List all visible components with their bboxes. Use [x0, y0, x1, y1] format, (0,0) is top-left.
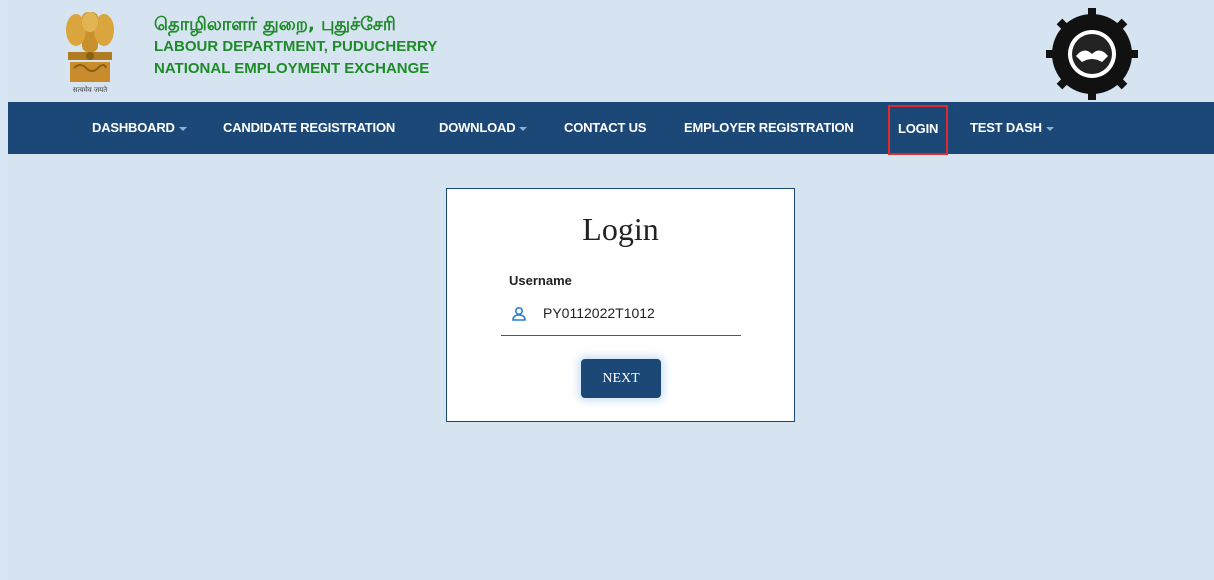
login-card: Login Username NEXT: [446, 188, 795, 422]
employment-exchange-seal-icon: [1046, 8, 1138, 100]
emblem-caption: सत्यमेव जयते: [72, 86, 108, 94]
header-titles: தொழிலாளர் துறை, புதுச்சேரி LABOUR DEPART…: [154, 14, 437, 80]
nav-employer-registration[interactable]: EMPLOYER REGISTRATION: [684, 102, 854, 154]
nav-login-label: LOGIN: [898, 121, 939, 136]
nav-contact-us-label: CONTACT US: [564, 120, 647, 135]
login-title: Login: [582, 211, 659, 247]
user-icon: [512, 306, 526, 321]
username-field: [501, 299, 741, 336]
nav-download[interactable]: DOWNLOAD: [439, 102, 528, 154]
title-tamil: தொழிலாளர் துறை, புதுச்சேரி: [154, 14, 396, 35]
title-department: LABOUR DEPARTMENT, PUDUCHERRY: [154, 38, 438, 55]
title-exchange: NATIONAL EMPLOYMENT EXCHANGE: [154, 60, 430, 77]
nav-employer-registration-label: EMPLOYER REGISTRATION: [684, 120, 854, 135]
nav-login[interactable]: LOGIN: [888, 105, 949, 155]
nav-dashboard-label: DASHBOARD: [92, 120, 175, 135]
india-emblem-icon: [66, 12, 114, 82]
nav-test-dash[interactable]: TEST DASH: [970, 102, 1054, 154]
nav-candidate-registration[interactable]: CANDIDATE REGISTRATION: [223, 102, 395, 154]
page: सत्यमेव जयते தொழிலாளர் துறை, புதுச்சேரி …: [8, 0, 1214, 580]
nav-dashboard[interactable]: DASHBOARD: [92, 102, 187, 154]
caret-down-icon: [519, 126, 528, 131]
username-label: Username: [509, 273, 572, 288]
caret-down-icon: [1045, 126, 1054, 131]
next-button[interactable]: NEXT: [581, 359, 661, 398]
nav-download-label: DOWNLOAD: [439, 120, 516, 135]
nav-test-dash-label: TEST DASH: [970, 120, 1042, 135]
nav-candidate-registration-label: CANDIDATE REGISTRATION: [223, 120, 396, 135]
caret-down-icon: [178, 126, 187, 131]
username-input[interactable]: [543, 305, 723, 321]
main-nav: DASHBOARD CANDIDATE REGISTRATION DOWNLOA…: [8, 102, 1214, 155]
nav-contact-us[interactable]: CONTACT US: [564, 102, 646, 154]
header: सत्यमेव जयते தொழிலாளர் துறை, புதுச்சேரி …: [8, 0, 1214, 102]
